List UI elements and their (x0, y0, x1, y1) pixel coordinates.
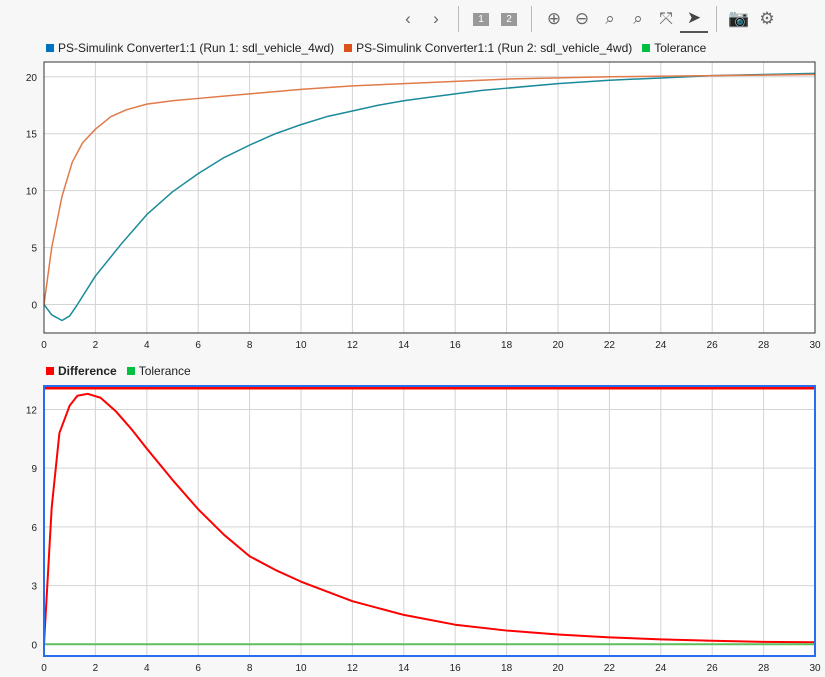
y-tick-label: 10 (26, 187, 38, 198)
x-tick-label: 26 (707, 663, 719, 674)
x-tick-label: 12 (347, 663, 359, 674)
y-tick-label: 9 (31, 464, 37, 475)
x-tick-label: 26 (707, 340, 719, 351)
x-tick-label: 2 (93, 663, 99, 674)
x-tick-label: 12 (347, 340, 359, 351)
y-tick-label: 12 (26, 405, 38, 416)
x-tick-label: 0 (41, 340, 47, 351)
x-tick-label: 24 (655, 340, 667, 351)
x-tick-label: 2 (93, 340, 99, 351)
x-tick-label: 14 (398, 340, 410, 351)
y-tick-label: 3 (31, 582, 37, 593)
x-tick-label: 22 (604, 340, 616, 351)
y-tick-label: 0 (31, 640, 37, 651)
y-tick-label: 15 (26, 130, 38, 141)
x-tick-label: 30 (809, 340, 821, 351)
x-tick-label: 30 (809, 663, 821, 674)
x-tick-label: 4 (144, 340, 150, 351)
x-tick-label: 16 (450, 340, 462, 351)
x-tick-label: 24 (655, 663, 667, 674)
x-tick-label: 8 (247, 340, 253, 351)
y-tick-label: 0 (31, 301, 37, 312)
x-tick-label: 4 (144, 663, 150, 674)
x-tick-label: 20 (552, 340, 564, 351)
x-tick-label: 22 (604, 663, 616, 674)
x-tick-label: 28 (758, 663, 770, 674)
x-tick-label: 16 (450, 663, 462, 674)
x-tick-label: 18 (501, 340, 513, 351)
x-tick-label: 6 (195, 663, 201, 674)
x-tick-label: 0 (41, 663, 47, 674)
x-tick-label: 20 (552, 663, 564, 674)
x-tick-label: 8 (247, 663, 253, 674)
x-tick-label: 10 (295, 340, 307, 351)
x-tick-label: 6 (195, 340, 201, 351)
y-tick-label: 5 (31, 244, 37, 255)
y-tick-label: 20 (26, 73, 38, 84)
x-tick-label: 14 (398, 663, 410, 674)
y-tick-label: 6 (31, 523, 37, 534)
x-tick-label: 28 (758, 340, 770, 351)
x-tick-label: 18 (501, 663, 513, 674)
plots: 0 2 4 6 8 10 12 14 16 18 20 22 24 26 28 30051015200 2 4 6 8… (26, 61, 821, 674)
plot-area (44, 386, 815, 656)
x-tick-label: 10 (295, 663, 307, 674)
